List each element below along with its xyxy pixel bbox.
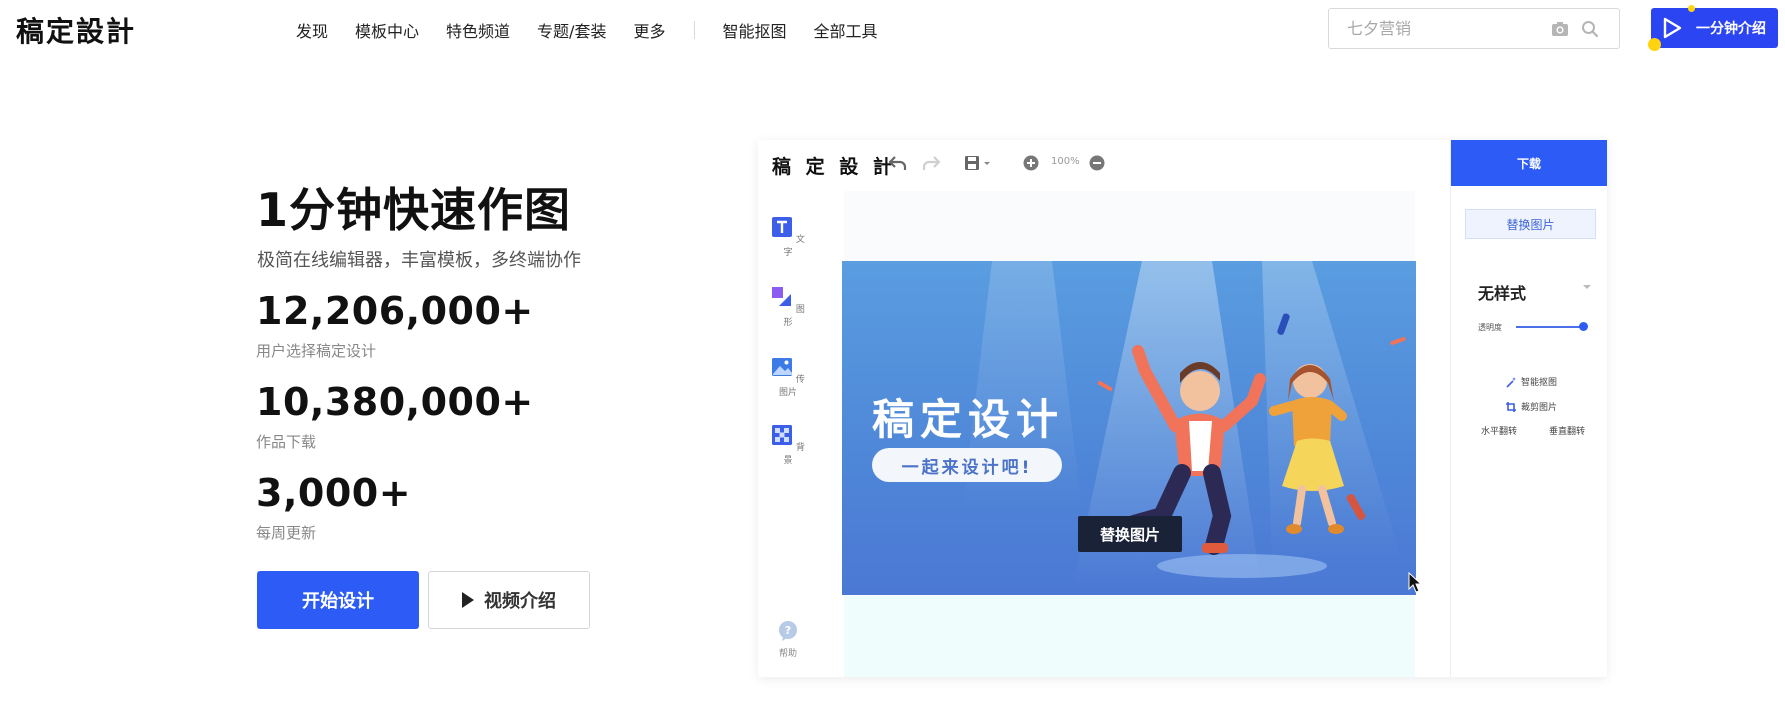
play-icon [1663, 17, 1682, 39]
main-nav: 发现 模板中心 特色频道 专题/套装 更多 智能抠图 全部工具 [296, 18, 905, 42]
video-button-label: 视频介绍 [484, 591, 556, 612]
crop-image-action[interactable]: 裁剪图片 [1505, 400, 1557, 413]
replace-image-tooltip[interactable]: 替换图片 [1078, 516, 1182, 552]
stat-weekly-updates: 3,000+ 每周更新 [256, 474, 411, 543]
page: 稿定設計 发现 模板中心 特色频道 专题/套装 更多 智能抠图 全部工具 一分钟… [0, 0, 1785, 709]
action-label: 智能抠图 [1521, 378, 1558, 388]
help-label: 帮助 [778, 649, 797, 659]
site-logo[interactable]: 稿定設計 [16, 10, 136, 50]
tool-text[interactable]: 文字 [770, 216, 806, 258]
magic-wand-icon [1506, 376, 1516, 388]
tool-label: 传图片 [778, 375, 805, 398]
canvas-bottom [844, 596, 1415, 677]
tool-background[interactable]: 背景 [770, 424, 806, 466]
save-icon[interactable] [964, 154, 992, 172]
nav-item-more[interactable]: 更多 [633, 18, 665, 42]
smart-cutout-action[interactable]: 智能抠图 [1505, 375, 1557, 388]
flip-horizontal-action[interactable]: 水平翻转 [1481, 424, 1517, 437]
undo-icon[interactable] [888, 154, 908, 172]
mouse-cursor-icon [1408, 572, 1422, 593]
intro-video-button[interactable]: 一分钟介绍 [1648, 5, 1778, 51]
hero-title: 1分钟快速作图 [256, 183, 572, 237]
help-button[interactable]: ? 帮助 [770, 620, 806, 659]
tool-label: 图形 [783, 305, 805, 328]
decor-dot [1688, 5, 1695, 12]
replace-image-button[interactable]: 替换图片 [1465, 209, 1596, 239]
action-label: 垂直翻转 [1549, 427, 1586, 437]
zoom-level: 100% [1051, 156, 1080, 167]
text-icon [772, 217, 793, 237]
opacity-label: 透明度 [1478, 323, 1502, 332]
redo-icon[interactable] [921, 154, 941, 172]
editor-preview: 稿 定 設 計 100% 文字 图形 传图片 背景 ? 帮助 稿定设计 一起来设… [758, 140, 1607, 677]
zoom-in-icon[interactable] [1022, 154, 1040, 172]
camera-icon[interactable] [1550, 19, 1570, 39]
tool-upload-image[interactable]: 传图片 [770, 356, 806, 398]
editor-logo: 稿 定 設 計 [772, 156, 896, 178]
opacity-slider[interactable] [1516, 326, 1586, 328]
image-icon [772, 358, 793, 376]
poster-canvas[interactable]: 稿定设计 一起来设计吧! 替换图片 [842, 261, 1416, 595]
opacity-slider-handle[interactable] [1578, 322, 1588, 331]
flip-vertical-action[interactable]: 垂直翻转 [1549, 424, 1585, 437]
tool-label: 文字 [783, 235, 805, 258]
stat-caption: 作品下载 [256, 433, 317, 451]
svg-text:?: ? [785, 624, 791, 637]
action-label: 水平翻转 [1481, 427, 1518, 437]
stat-value: 12,206,000+ [256, 289, 534, 333]
tool-label: 背景 [783, 443, 805, 466]
properties-panel: 下载 替换图片 无样式 透明度 智能抠图 裁剪图片 水平翻转 垂直翻转 [1450, 140, 1607, 677]
search-box[interactable] [1328, 8, 1620, 49]
chevron-down-icon[interactable] [1583, 285, 1591, 289]
background-icon [772, 425, 793, 445]
search-input[interactable] [1347, 19, 1537, 38]
intro-button-label: 一分钟介绍 [1696, 21, 1766, 37]
stat-users: 12,206,000+ 用户选择稿定设计 [256, 292, 534, 361]
poster-title: 稿定设计 [872, 395, 1065, 444]
start-design-button[interactable]: 开始设计 [257, 571, 419, 629]
help-icon: ? [779, 621, 797, 641]
nav-divider [694, 21, 696, 39]
stat-downloads: 10,380,000+ 作品下载 [256, 383, 534, 452]
poster-tagline: 一起来设计吧! [872, 448, 1062, 482]
nav-item-channels[interactable]: 特色频道 [446, 18, 510, 42]
shape-icon [772, 287, 792, 306]
crop-icon [1506, 401, 1516, 412]
nav-item-topics[interactable]: 专题/套装 [537, 18, 606, 42]
stat-caption: 用户选择稿定设计 [256, 342, 377, 360]
zoom-out-icon[interactable] [1088, 154, 1106, 172]
nav-item-all-tools[interactable]: 全部工具 [813, 18, 877, 42]
play-icon [462, 592, 474, 608]
nav-item-discover[interactable]: 发现 [296, 18, 328, 42]
style-select[interactable]: 无样式 [1478, 280, 1526, 304]
decor-dot [1648, 38, 1661, 51]
stat-value: 10,380,000+ [256, 380, 534, 424]
nav-item-templates[interactable]: 模板中心 [355, 18, 419, 42]
action-label: 裁剪图片 [1521, 403, 1558, 413]
hero-subtitle: 极简在线编辑器，丰富模板，多终端协作 [257, 250, 581, 271]
nav-item-cutout[interactable]: 智能抠图 [722, 18, 786, 42]
tool-shape[interactable]: 图形 [770, 286, 806, 328]
stat-caption: 每周更新 [256, 524, 317, 542]
video-intro-button[interactable]: 视频介绍 [428, 571, 590, 629]
download-button[interactable]: 下载 [1451, 140, 1607, 186]
stat-value: 3,000+ [256, 471, 412, 515]
search-icon[interactable] [1580, 19, 1600, 39]
